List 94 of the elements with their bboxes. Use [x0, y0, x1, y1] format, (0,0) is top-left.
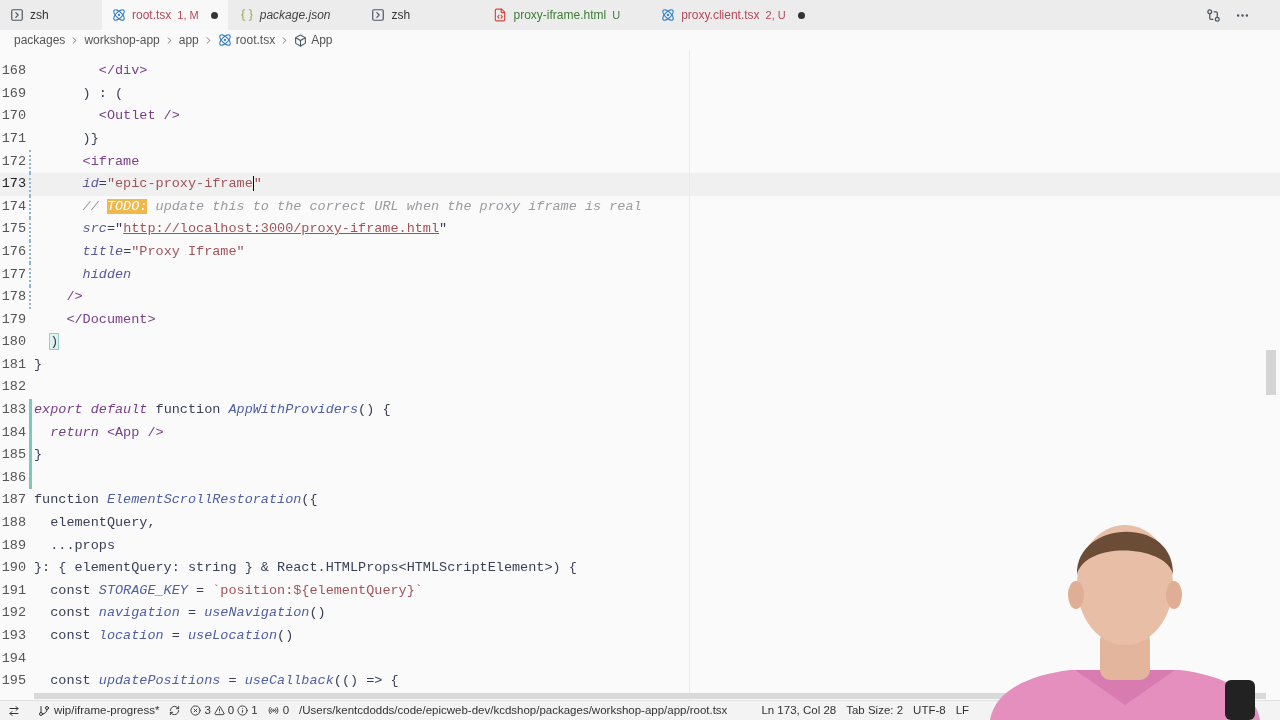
tab-status: 1, M: [177, 7, 199, 23]
scrollbar-thumb[interactable]: [1266, 350, 1276, 395]
code-line: hidden: [81, 265, 132, 284]
line-number: 192: [0, 604, 26, 623]
code-line: />: [65, 288, 83, 307]
cursor-position[interactable]: Ln 173, Col 28: [761, 701, 837, 720]
breadcrumb[interactable]: packages: [14, 31, 66, 49]
code-line: function ElementScrollRestoration({: [34, 491, 318, 510]
breadcrumb[interactable]: App: [311, 31, 333, 49]
sync-icon[interactable]: [169, 705, 181, 716]
line-number: 171: [0, 129, 26, 148]
line-number: 194: [0, 649, 26, 668]
tab-label: zsh: [391, 7, 411, 24]
braces-icon: [239, 8, 254, 22]
code-line: <Outlet />: [97, 107, 180, 126]
code-line: </Document>: [65, 310, 156, 329]
line-number: 183: [0, 401, 26, 420]
cube-icon: [294, 33, 308, 47]
line-number: 174: [0, 197, 26, 216]
line-number: 185: [0, 446, 26, 465]
tab-label: package.json: [259, 7, 331, 24]
line-ending[interactable]: LF: [955, 701, 970, 720]
terminal-icon: [371, 8, 386, 22]
tab-label: proxy-iframe.html: [513, 7, 607, 24]
line-number: 184: [0, 423, 26, 442]
code-line: elementQuery,: [49, 514, 156, 533]
info-count[interactable]: 1: [251, 701, 258, 720]
info-icon: [237, 705, 249, 716]
breadcrumb[interactable]: app: [178, 31, 199, 49]
line-number: 195: [0, 672, 26, 691]
line-number: 186: [0, 468, 26, 487]
code-line: </div>: [97, 62, 148, 81]
breadcrumb[interactable]: workshop-app: [84, 31, 160, 49]
line-number: 169: [0, 84, 26, 103]
tab-label: root.tsx: [132, 7, 172, 24]
code-line: // TODO: update this to the correct URL when the proxy iframe is real: [81, 197, 642, 216]
code-line: )}: [81, 129, 99, 148]
line-number: 170: [0, 107, 26, 126]
code-line: src="http://localhost:3000/proxy-iframe.html": [81, 220, 448, 239]
line-number: 190: [0, 559, 26, 578]
line-number: 168: [0, 62, 26, 81]
line-number: 189: [0, 536, 26, 555]
branch-name[interactable]: wip/iframe-progress*: [54, 701, 160, 720]
code-line: const navigation = useNavigation(): [49, 604, 326, 623]
error-count[interactable]: 3: [204, 701, 211, 720]
line-number: 173: [0, 175, 26, 194]
ports-count[interactable]: 0: [282, 701, 290, 720]
line-number: 191: [0, 581, 26, 600]
code-line: <iframe: [81, 152, 140, 171]
error-icon: [190, 705, 202, 716]
line-number: 172: [0, 152, 26, 171]
code-line: }: [34, 355, 43, 374]
breadcrumb[interactable]: root.tsx: [235, 31, 276, 49]
atom-icon: [661, 8, 676, 22]
line-number: 175: [0, 220, 26, 239]
tab-label: proxy.client.tsx: [681, 7, 760, 24]
line-number: 179: [0, 310, 26, 329]
code-line: ...props: [49, 536, 115, 555]
atom-icon: [217, 33, 232, 47]
line-number: 188: [0, 514, 26, 533]
code-line: title="Proxy Iframe": [81, 242, 245, 261]
line-number: 182: [0, 378, 26, 397]
code-line: const location = useLocation(): [49, 627, 294, 645]
html-file-icon: [493, 8, 508, 22]
atom-icon: [112, 8, 126, 22]
code-line: export default function AppWithProviders() {: [34, 401, 391, 420]
code-line: return <App />: [49, 423, 164, 442]
code-line: }: { elementQuery: string } & React.HTMLProps<HTMLScriptElement>) {: [34, 559, 577, 578]
line-number: 180: [0, 333, 26, 352]
code-line: ) : (: [81, 84, 124, 103]
line-number: 176: [0, 242, 26, 261]
code-line: id="epic-proxy-iframe": [81, 175, 262, 194]
branch-icon: [38, 704, 50, 717]
code-line: const updatePositions = useCallback(() => {: [49, 672, 399, 691]
warning-count[interactable]: 0: [227, 701, 235, 720]
line-number: 193: [0, 627, 26, 645]
tab-size[interactable]: Tab Size: 2: [846, 701, 904, 720]
terminal-icon: [10, 8, 24, 22]
remote-icon[interactable]: [8, 704, 20, 717]
tab-status: U: [612, 7, 621, 23]
tab-label: zsh: [30, 7, 49, 24]
broadcast-icon: [267, 705, 279, 716]
line-number: 181: [0, 355, 26, 374]
compare-icon[interactable]: [1206, 7, 1221, 23]
encoding[interactable]: UTF-8: [913, 701, 946, 720]
warning-icon: [213, 705, 225, 716]
editor-tab[interactable]: root.tsx 1, M: [102, 0, 228, 30]
line-number: 178: [0, 288, 26, 307]
file-path: /Users/kentcdodds/code/epicweb-dev/kcdshop/packages/workshop-app/app/root.tsx: [299, 702, 728, 718]
code-line: const STORAGE_KEY = `position:${elementQuery}`: [49, 581, 423, 600]
code-line: }: [34, 446, 43, 465]
line-number: 177: [0, 265, 26, 284]
line-number: 187: [0, 491, 26, 510]
tab-status: 2, U: [765, 7, 786, 23]
